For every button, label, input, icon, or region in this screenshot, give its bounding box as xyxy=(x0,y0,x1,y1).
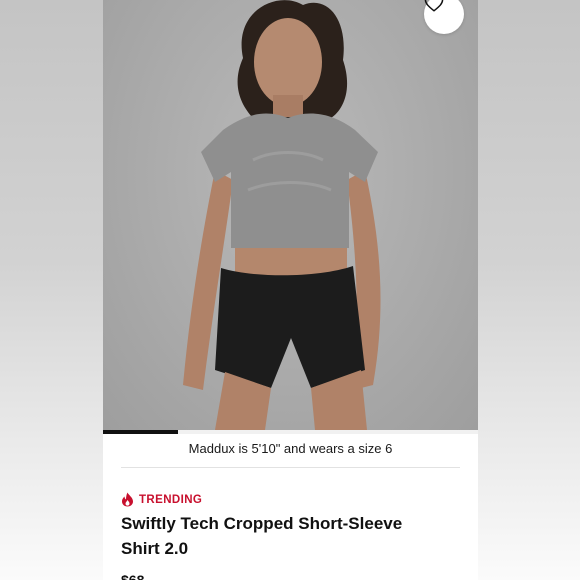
trending-badge: TRENDING xyxy=(121,492,202,507)
right-backdrop xyxy=(478,0,580,580)
heart-icon xyxy=(424,0,444,12)
trending-label: TRENDING xyxy=(139,493,203,506)
model-size-caption: Maddux is 5'10" and wears a size 6 xyxy=(188,441,393,456)
gallery-progress-fill xyxy=(103,430,178,434)
left-backdrop xyxy=(0,0,103,580)
gallery-progress-track xyxy=(103,430,478,434)
model-illustration xyxy=(183,0,381,430)
flame-icon xyxy=(122,492,133,507)
product-card: Maddux is 5'10" and wears a size 6 TREND… xyxy=(103,0,478,580)
product-photo[interactable] xyxy=(103,0,478,430)
screenshot-frame: Maddux is 5'10" and wears a size 6 TREND… xyxy=(0,0,580,580)
product-title: Swiftly Tech Cropped Short-Sleeve Shirt … xyxy=(121,514,403,558)
divider xyxy=(121,467,460,468)
product-price: $68 xyxy=(121,572,145,580)
